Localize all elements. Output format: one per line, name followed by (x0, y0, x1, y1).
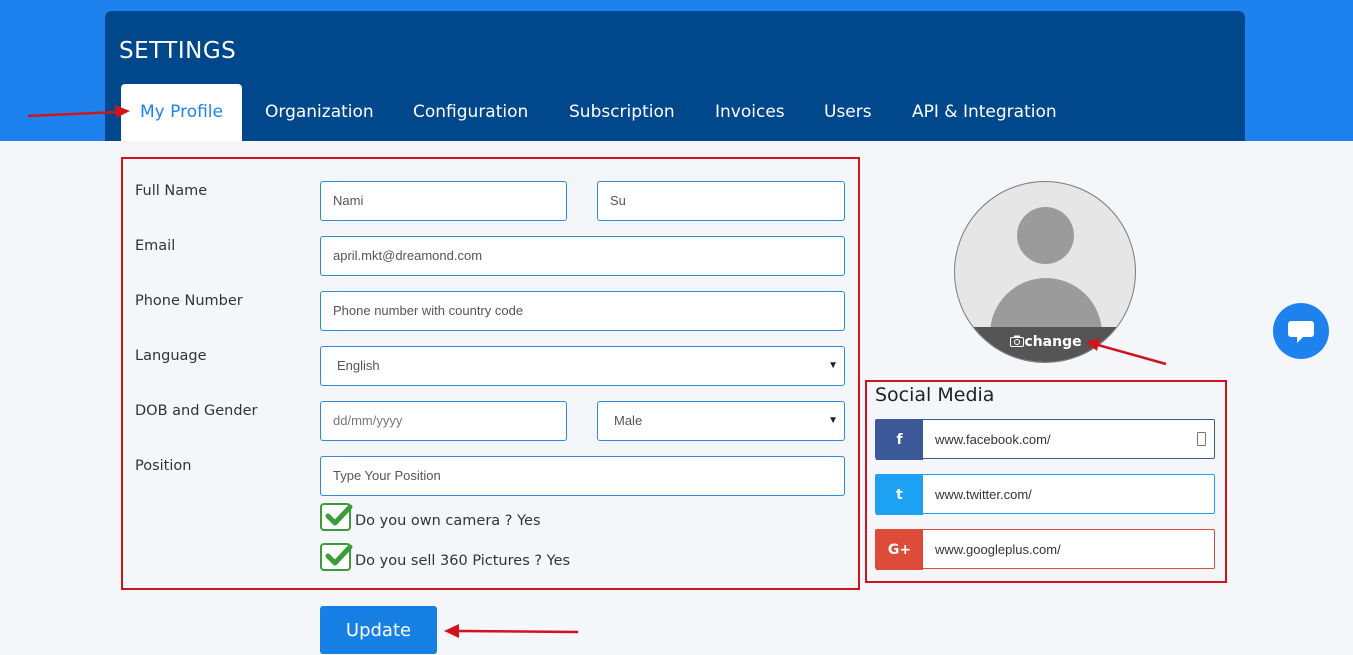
change-photo-button[interactable]: change (955, 327, 1135, 362)
dob-gender-label: DOB and Gender (135, 403, 258, 419)
gender-select-value: Male (614, 413, 643, 428)
gender-select[interactable]: Male ▼ (597, 401, 845, 441)
page-title: SETTINGS (119, 38, 237, 64)
tab-subscription[interactable]: Subscription (569, 84, 675, 141)
chat-bubble-icon (1288, 321, 1314, 343)
email-field[interactable]: april.mkt@dreamond.com (320, 236, 845, 276)
camera-icon (1010, 335, 1025, 347)
googleplus-icon: G+ (876, 530, 923, 570)
twitter-icon: t (876, 475, 923, 515)
social-media-title: Social Media (875, 384, 995, 406)
chevron-down-icon: ▼ (828, 360, 838, 371)
checkmark-icon (325, 544, 353, 566)
chat-button[interactable] (1273, 303, 1329, 359)
sell-360-checkbox[interactable] (320, 543, 353, 571)
first-name-field[interactable]: Nami (320, 181, 567, 221)
googleplus-field[interactable]: G+ www.googleplus.com/ (875, 529, 1215, 570)
camera-checkbox-label: Do you own camera ? Yes (355, 513, 541, 529)
checkmark-icon (325, 504, 353, 526)
facebook-value: www.facebook.com/ (935, 432, 1051, 447)
position-label: Position (135, 458, 192, 474)
tab-api-integration[interactable]: API & Integration (912, 84, 1057, 141)
contact-card-icon (1197, 432, 1206, 446)
camera-checkbox[interactable] (320, 503, 353, 531)
avatar-head (1017, 207, 1074, 264)
update-button[interactable]: Update (320, 606, 437, 654)
phone-label: Phone Number (135, 293, 243, 309)
tab-organization[interactable]: Organization (265, 84, 374, 141)
phone-field[interactable]: Phone number with country code (320, 291, 845, 331)
tab-invoices[interactable]: Invoices (715, 84, 785, 141)
googleplus-value: www.googleplus.com/ (935, 542, 1061, 557)
change-photo-label: change (1024, 334, 1082, 350)
language-label: Language (135, 348, 207, 364)
facebook-field[interactable]: f www.facebook.com/ (875, 419, 1215, 460)
sell-360-checkbox-label: Do you sell 360 Pictures ? Yes (355, 553, 571, 569)
avatar[interactable]: change (954, 181, 1136, 363)
dob-field[interactable]: dd/mm/yyyy (320, 401, 567, 441)
chevron-down-icon: ▼ (828, 415, 838, 426)
full-name-label: Full Name (135, 183, 208, 199)
tab-users[interactable]: Users (824, 84, 872, 141)
twitter-field[interactable]: t www.twitter.com/ (875, 474, 1215, 515)
last-name-field[interactable]: Su (597, 181, 845, 221)
tab-my-profile[interactable]: My Profile (121, 84, 242, 141)
language-select[interactable]: English ▼ (320, 346, 845, 386)
tab-configuration[interactable]: Configuration (413, 84, 528, 141)
language-select-value: English (337, 358, 380, 373)
email-label: Email (135, 238, 176, 254)
twitter-value: www.twitter.com/ (935, 487, 1032, 502)
position-field[interactable]: Type Your Position (320, 456, 845, 496)
facebook-icon: f (876, 420, 923, 460)
